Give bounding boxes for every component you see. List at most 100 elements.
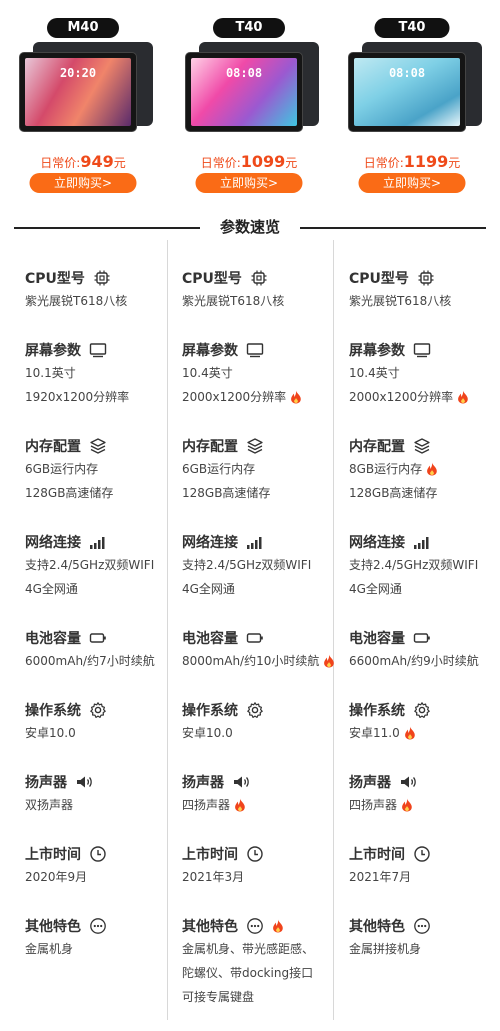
spec-value: 2021年3月 [182, 870, 245, 884]
spec-title: 电池容量 [349, 627, 500, 649]
spec-value-line: 双扬声器 [25, 793, 185, 817]
tablet-clock: 08:08 [225, 66, 263, 80]
spec-title: 内存配置 [25, 435, 185, 457]
spec-network: 网络连接 支持2.4/5GHz双频WIFI 4G全网通 [349, 531, 500, 601]
clock-icon [90, 846, 106, 862]
spec-title-text: CPU型号 [182, 271, 242, 287]
spec-title: 网络连接 [25, 531, 185, 553]
spec-value: 紫光展锐T618八核 [349, 294, 452, 308]
spec-speaker: 扬声器 双扬声器 [25, 771, 185, 817]
spec-value-line: 支持2.4/5GHz双频WIFI [182, 553, 342, 577]
spec-title: 其他特色 [349, 915, 500, 937]
spec-title-text: 屏幕参数 [182, 343, 238, 359]
spec-title-text: 其他特色 [349, 919, 405, 935]
speaker-icon [401, 776, 416, 788]
spec-value: 四扬声器 [182, 798, 231, 812]
spec-title: CPU型号 [349, 267, 500, 289]
spec-title: 电池容量 [182, 627, 342, 649]
spec-value-line: 支持2.4/5GHz双频WIFI [349, 553, 500, 577]
spec-title: 电池容量 [25, 627, 185, 649]
spec-speaker: 扬声器 四扬声器 [349, 771, 500, 817]
spec-title-text: 扬声器 [182, 775, 224, 791]
model-label: M40 [47, 18, 119, 38]
spec-title-text: 网络连接 [182, 535, 238, 551]
spec-release: 上市时间 2020年9月 [25, 843, 185, 889]
spec-title: 其他特色 [182, 915, 342, 937]
hot-flame-icon [458, 390, 468, 404]
spec-value-line: 6GB运行内存 [25, 457, 185, 481]
spec-value: 可接专属键盘 [182, 990, 255, 1004]
monitor-icon [89, 343, 107, 358]
monitor-icon [413, 343, 431, 358]
spec-title: 网络连接 [182, 531, 342, 553]
monitor-icon [246, 343, 264, 358]
tablet-clock: 08:08 [388, 66, 426, 80]
spec-os: 操作系统 安卓11.0 [349, 699, 500, 745]
buy-now-button[interactable]: 立即购买> [195, 173, 303, 193]
price-value: 1199 [403, 152, 449, 171]
hot-flame-icon [324, 654, 335, 668]
spec-value-line: 2020年9月 [25, 865, 185, 889]
spec-os: 操作系统安卓10.0 [182, 699, 342, 745]
signal-bars-icon [90, 537, 105, 549]
spec-memory: 内存配置 6GB运行内存 128GB高速储存 [182, 435, 342, 505]
divider-line [14, 227, 200, 229]
spec-title-text: 操作系统 [349, 703, 405, 719]
tablet-image: 08:08 [185, 42, 319, 134]
clock-icon [414, 846, 430, 862]
buy-now-button[interactable]: 立即购买> [358, 173, 466, 193]
gear-icon [414, 702, 430, 718]
spec-title-text: 屏幕参数 [25, 343, 81, 359]
hot-flame-icon [402, 798, 412, 812]
spec-value-line: 128GB高速储存 [182, 481, 342, 505]
spec-value-line: 四扬声器 [182, 793, 342, 817]
spec-screen: 屏幕参数 10.1英寸 1920x1200分辨率 [25, 339, 185, 409]
spec-value-line: 128GB高速储存 [349, 481, 500, 505]
hot-flame-icon [273, 919, 283, 933]
spec-value-line: 6GB运行内存 [182, 457, 342, 481]
battery-icon [89, 633, 106, 643]
spec-network: 网络连接 支持2.4/5GHz双频WIFI 4G全网通 [182, 531, 342, 601]
chip-icon [94, 270, 110, 286]
spec-value: 安卓10.0 [182, 726, 233, 740]
price-prefix: 日常价: [200, 156, 241, 170]
spec-title-text: 扬声器 [349, 775, 391, 791]
price-line: 日常价:1099元 [174, 152, 324, 171]
hot-flame-icon [291, 390, 301, 404]
layers-icon [247, 438, 263, 454]
spec-value: 金属拼接机身 [349, 942, 422, 956]
spec-value: 128GB高速储存 [182, 486, 271, 500]
spec-value: 支持2.4/5GHz双频WIFI [25, 558, 155, 572]
spec-title: 操作系统 [182, 699, 342, 721]
spec-release: 上市时间 2021年3月 [182, 843, 342, 889]
spec-value: 2021年7月 [349, 870, 412, 884]
spec-value: 安卓10.0 [25, 726, 76, 740]
chip-icon [418, 270, 434, 286]
spec-battery: 电池容量 6000mAh/约7小时续航 [25, 627, 185, 673]
spec-value-line: 紫光展锐T618八核 [349, 289, 500, 313]
price-unit: 元 [285, 156, 298, 170]
spec-value: 支持2.4/5GHz双频WIFI [349, 558, 479, 572]
spec-title: 操作系统 [349, 699, 500, 721]
spec-title: 网络连接 [349, 531, 500, 553]
price-unit: 元 [113, 156, 126, 170]
spec-speaker: 扬声器 四扬声器 [182, 771, 342, 817]
spec-value-line: 2021年7月 [349, 865, 500, 889]
layers-icon [90, 438, 106, 454]
spec-value-line: 10.4英寸 [349, 361, 500, 385]
spec-screen: 屏幕参数 10.4英寸 2000x1200分辨率 [182, 339, 342, 409]
spec-screen: 屏幕参数 10.4英寸 2000x1200分辨率 [349, 339, 500, 409]
spec-title-text: 电池容量 [349, 631, 405, 647]
buy-now-button[interactable]: 立即购买> [29, 173, 137, 193]
spec-title-text: 内存配置 [25, 439, 81, 455]
spec-title: 上市时间 [182, 843, 342, 865]
spec-value-line: 紫光展锐T618八核 [182, 289, 342, 313]
spec-value-line: 10.4英寸 [182, 361, 342, 385]
spec-other: 其他特色 金属机身 [25, 915, 185, 961]
spec-other: 其他特色金属拼接机身 [349, 915, 500, 961]
spec-value: 6600mAh/约9小时续航 [349, 654, 479, 668]
spec-value: 128GB高速储存 [25, 486, 114, 500]
tablet-image: 08:08 [348, 42, 482, 134]
spec-title-text: 上市时间 [25, 847, 81, 863]
spec-value-line: 金属机身 [25, 937, 185, 961]
